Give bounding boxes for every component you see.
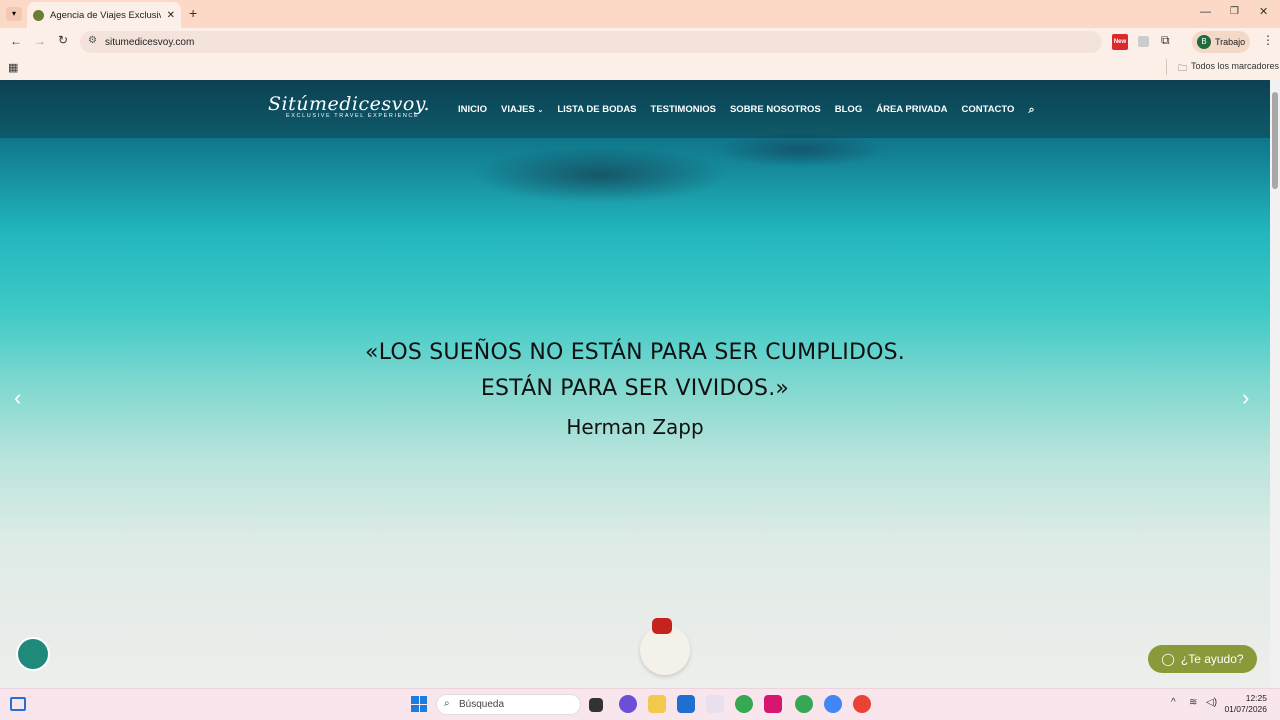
folder-icon: 🗀 bbox=[1178, 63, 1188, 73]
site-header: Sitúmedicesvoy. EXCLUSIVE TRAVEL EXPERIE… bbox=[0, 80, 1270, 138]
menu-kebab-icon[interactable]: ⋮ bbox=[1262, 33, 1274, 47]
wifi-icon[interactable]: ≋ bbox=[1189, 697, 1197, 708]
taskbar-search[interactable]: ⌕ Búsqueda bbox=[436, 694, 581, 715]
chevron-down-icon: ⌄ bbox=[537, 107, 544, 114]
clock-time: 12:25 bbox=[1245, 693, 1267, 703]
nav-blog[interactable]: BLOG bbox=[835, 104, 862, 117]
logo-tagline: EXCLUSIVE TRAVEL EXPERIENCE bbox=[286, 113, 420, 119]
chrome-active-icon[interactable] bbox=[824, 695, 842, 713]
nav-lista-de-bodas[interactable]: LISTA DE BODAS bbox=[557, 104, 636, 117]
taskbar bbox=[0, 688, 1280, 720]
active-tab[interactable]: Agencia de Viajes Exclusivos | S ✕ bbox=[27, 2, 181, 28]
tray-chevron-up-icon[interactable]: ^ bbox=[1171, 697, 1176, 708]
apps-grid-icon[interactable]: ▦ bbox=[8, 61, 18, 74]
nav-testimonios[interactable]: TESTIMONIOS bbox=[651, 104, 716, 117]
forward-icon[interactable]: → bbox=[34, 34, 46, 48]
site-logo[interactable]: Sitúmedicesvoy. EXCLUSIVE TRAVEL EXPERIE… bbox=[268, 93, 430, 119]
profile-button[interactable]: B Trabajo bbox=[1192, 31, 1250, 53]
nav-sobre-nosotros[interactable]: SOBRE NOSOTROS bbox=[730, 104, 821, 117]
close-window-icon[interactable]: ✕ bbox=[1259, 5, 1268, 18]
extension-icon[interactable] bbox=[1138, 36, 1149, 47]
minimize-icon[interactable]: — bbox=[1200, 6, 1211, 18]
extensions-puzzle-icon[interactable]: ⧉ bbox=[1161, 33, 1170, 48]
nav-viajes-label: VIAJES bbox=[501, 104, 535, 115]
back-icon[interactable]: ← bbox=[10, 34, 22, 48]
tab-bar: ▾ Agencia de Viajes Exclusivos | S ✕ + —… bbox=[0, 0, 1280, 28]
nav-inicio[interactable]: INICIO bbox=[458, 104, 487, 117]
app-icon[interactable] bbox=[764, 695, 782, 713]
profile-label: Trabajo bbox=[1215, 37, 1246, 47]
site-favicon-icon bbox=[33, 9, 44, 21]
scrollbar-thumb[interactable] bbox=[1272, 92, 1278, 189]
search-icon: ⌕ bbox=[444, 698, 450, 709]
help-label: ¿Te ayudo? bbox=[1180, 652, 1244, 666]
file-explorer-icon[interactable] bbox=[648, 695, 666, 713]
outlook-icon[interactable] bbox=[677, 695, 695, 713]
extension-new-icon[interactable]: New bbox=[1112, 34, 1128, 50]
task-view-icon[interactable] bbox=[589, 698, 603, 712]
chrome-icon[interactable] bbox=[735, 695, 753, 713]
tab-search-icon[interactable]: ▾ bbox=[6, 7, 22, 21]
reload-icon[interactable]: ↻ bbox=[58, 33, 68, 47]
taskbar-clock[interactable]: 12:25 01/07/2026 bbox=[1222, 693, 1267, 715]
slider-next-icon[interactable]: › bbox=[1242, 385, 1249, 411]
nav-contacto[interactable]: CONTACTO bbox=[961, 104, 1014, 117]
new-tab-icon[interactable]: + bbox=[189, 5, 197, 21]
windows-start-icon[interactable] bbox=[411, 696, 427, 712]
quote-line-1: «LOS SUEÑOS NO ESTÁN PARA SER CUMPLIDOS. bbox=[365, 340, 905, 365]
teams-icon[interactable] bbox=[619, 695, 637, 713]
tab-title: Agencia de Viajes Exclusivos | S bbox=[50, 9, 161, 21]
bookmarks-divider bbox=[1166, 59, 1167, 75]
quote-line-2: ESTÁN PARA SER VIVIDOS.» bbox=[480, 376, 790, 401]
slack-icon[interactable] bbox=[706, 695, 724, 713]
clock-date: 01/07/2026 bbox=[1224, 704, 1267, 714]
bookmarks-bar: ▦ 🗀 Todos los marcadores bbox=[0, 56, 1280, 80]
whatsapp-help-button[interactable]: ◯ ¿Te ayudo? bbox=[1148, 645, 1257, 673]
whatsapp-icon: ◯ bbox=[1161, 652, 1175, 666]
beach-person-image bbox=[652, 618, 672, 634]
close-tab-icon[interactable]: ✕ bbox=[167, 10, 175, 21]
main-nav: INICIO VIAJES ⌄ LISTA DE BODAS TESTIMONI… bbox=[458, 104, 1035, 117]
site-info-icon[interactable]: ⚙ bbox=[88, 35, 97, 46]
all-bookmarks-label: Todos los marcadores bbox=[1191, 61, 1280, 71]
chrome-other-icon[interactable] bbox=[853, 695, 871, 713]
nav-area-privada[interactable]: ÁREA PRIVADA bbox=[876, 104, 947, 117]
hero-quote: «LOS SUEÑOS NO ESTÁN PARA SER CUMPLIDOS.… bbox=[0, 335, 1270, 447]
volume-icon[interactable]: ◁) bbox=[1206, 697, 1217, 708]
restore-icon[interactable]: ❐ bbox=[1230, 6, 1239, 17]
quote-author: Herman Zapp bbox=[566, 415, 704, 439]
widgets-icon[interactable] bbox=[10, 697, 26, 711]
logo-script: Sitúmedicesvoy. bbox=[268, 93, 431, 115]
address-bar[interactable]: ⚙ situmedicesvoy.com bbox=[80, 31, 1102, 53]
url-text: situmedicesvoy.com bbox=[105, 36, 195, 48]
slider-prev-icon[interactable]: ‹ bbox=[14, 385, 21, 411]
search-icon[interactable]: ⌕ bbox=[1028, 104, 1034, 117]
all-bookmarks-button[interactable]: 🗀 Todos los marcadores bbox=[1178, 61, 1279, 77]
taskbar-search-placeholder: Búsqueda bbox=[459, 699, 505, 710]
hero-slider: Sitúmedicesvoy. EXCLUSIVE TRAVEL EXPERIE… bbox=[0, 80, 1270, 688]
nav-viajes[interactable]: VIAJES ⌄ bbox=[501, 104, 543, 117]
profile-avatar: B bbox=[1197, 35, 1211, 49]
chrome-profile-icon[interactable] bbox=[795, 695, 813, 713]
accessibility-icon[interactable] bbox=[16, 637, 50, 671]
